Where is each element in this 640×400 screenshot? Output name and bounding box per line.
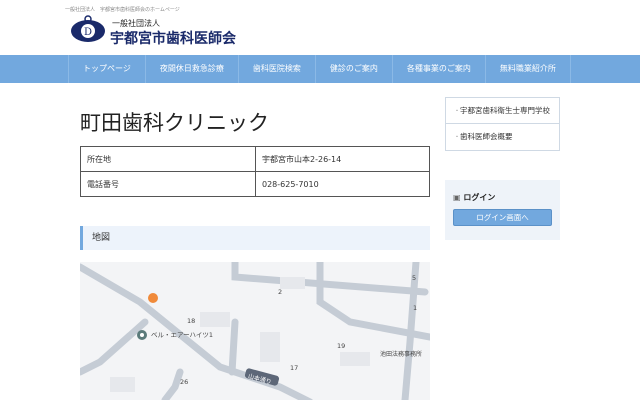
nav-top[interactable]: トップページ bbox=[68, 55, 146, 83]
table-row: 電話番号 028-625-7010 bbox=[80, 171, 430, 197]
main-nav: トップページ 夜間休日救急診療 歯科医院検索 健診のご案内 各種事業のご案内 無… bbox=[0, 55, 640, 83]
map-label: 5 bbox=[412, 274, 417, 282]
login-widget: ▣ ログイン ログイン画面へ bbox=[445, 180, 560, 240]
map[interactable]: 2 18 19 17 26 1 5 ベル・エアーハイツ1 池田法務事務所 山本通… bbox=[80, 262, 430, 400]
sidebar-link-school[interactable]: 宇都宮歯科衛生士専門学校 bbox=[446, 98, 559, 124]
login-title: ログイン bbox=[463, 193, 496, 202]
sidebar-link-overview[interactable]: 歯科医師会概要 bbox=[446, 124, 559, 150]
nav-employment[interactable]: 無料職業紹介所 bbox=[486, 55, 571, 83]
map-poi-office[interactable]: 池田法務事務所 bbox=[380, 349, 422, 358]
phone-value: 028-625-7010 bbox=[255, 171, 430, 197]
login-icon: ▣ bbox=[453, 193, 461, 202]
nav-emergency[interactable]: 夜間休日救急診療 bbox=[146, 55, 239, 83]
address-value: 宇都宮市山本2-26-14 bbox=[255, 146, 430, 172]
table-row: 所在地 宇都宮市山本2-26-14 bbox=[80, 146, 430, 172]
map-poi-building[interactable]: ベル・エアーハイツ1 bbox=[151, 329, 213, 339]
logo-icon[interactable]: D bbox=[70, 15, 106, 45]
nav-projects[interactable]: 各種事業のご案内 bbox=[393, 55, 486, 83]
address-label: 所在地 bbox=[80, 146, 256, 172]
page-title: 町田歯科クリニック bbox=[80, 111, 269, 135]
phone-label: 電話番号 bbox=[80, 171, 256, 197]
map-label: 17 bbox=[290, 364, 299, 372]
map-label: 26 bbox=[180, 378, 189, 386]
site-tagline: 一般社団法人 宇都宮市歯科医師会のホームページ bbox=[65, 7, 180, 13]
map-label: 1 bbox=[413, 304, 418, 312]
map-label: 19 bbox=[337, 342, 346, 350]
map-label: 2 bbox=[278, 288, 283, 296]
nav-checkup[interactable]: 健診のご案内 bbox=[316, 55, 393, 83]
org-name[interactable]: 宇都宮市歯科医師会 bbox=[110, 28, 236, 48]
clinic-info-table: 所在地 宇都宮市山本2-26-14 電話番号 028-625-7010 bbox=[80, 146, 430, 197]
svg-text:D: D bbox=[84, 27, 92, 38]
map-label: 18 bbox=[187, 317, 196, 325]
sidebar-links: 宇都宮歯科衛生士専門学校 歯科医師会概要 bbox=[445, 97, 560, 151]
map-heading: 地図 bbox=[80, 226, 430, 250]
login-button[interactable]: ログイン画面へ bbox=[453, 209, 552, 226]
nav-clinic-search[interactable]: 歯科医院検索 bbox=[239, 55, 316, 83]
